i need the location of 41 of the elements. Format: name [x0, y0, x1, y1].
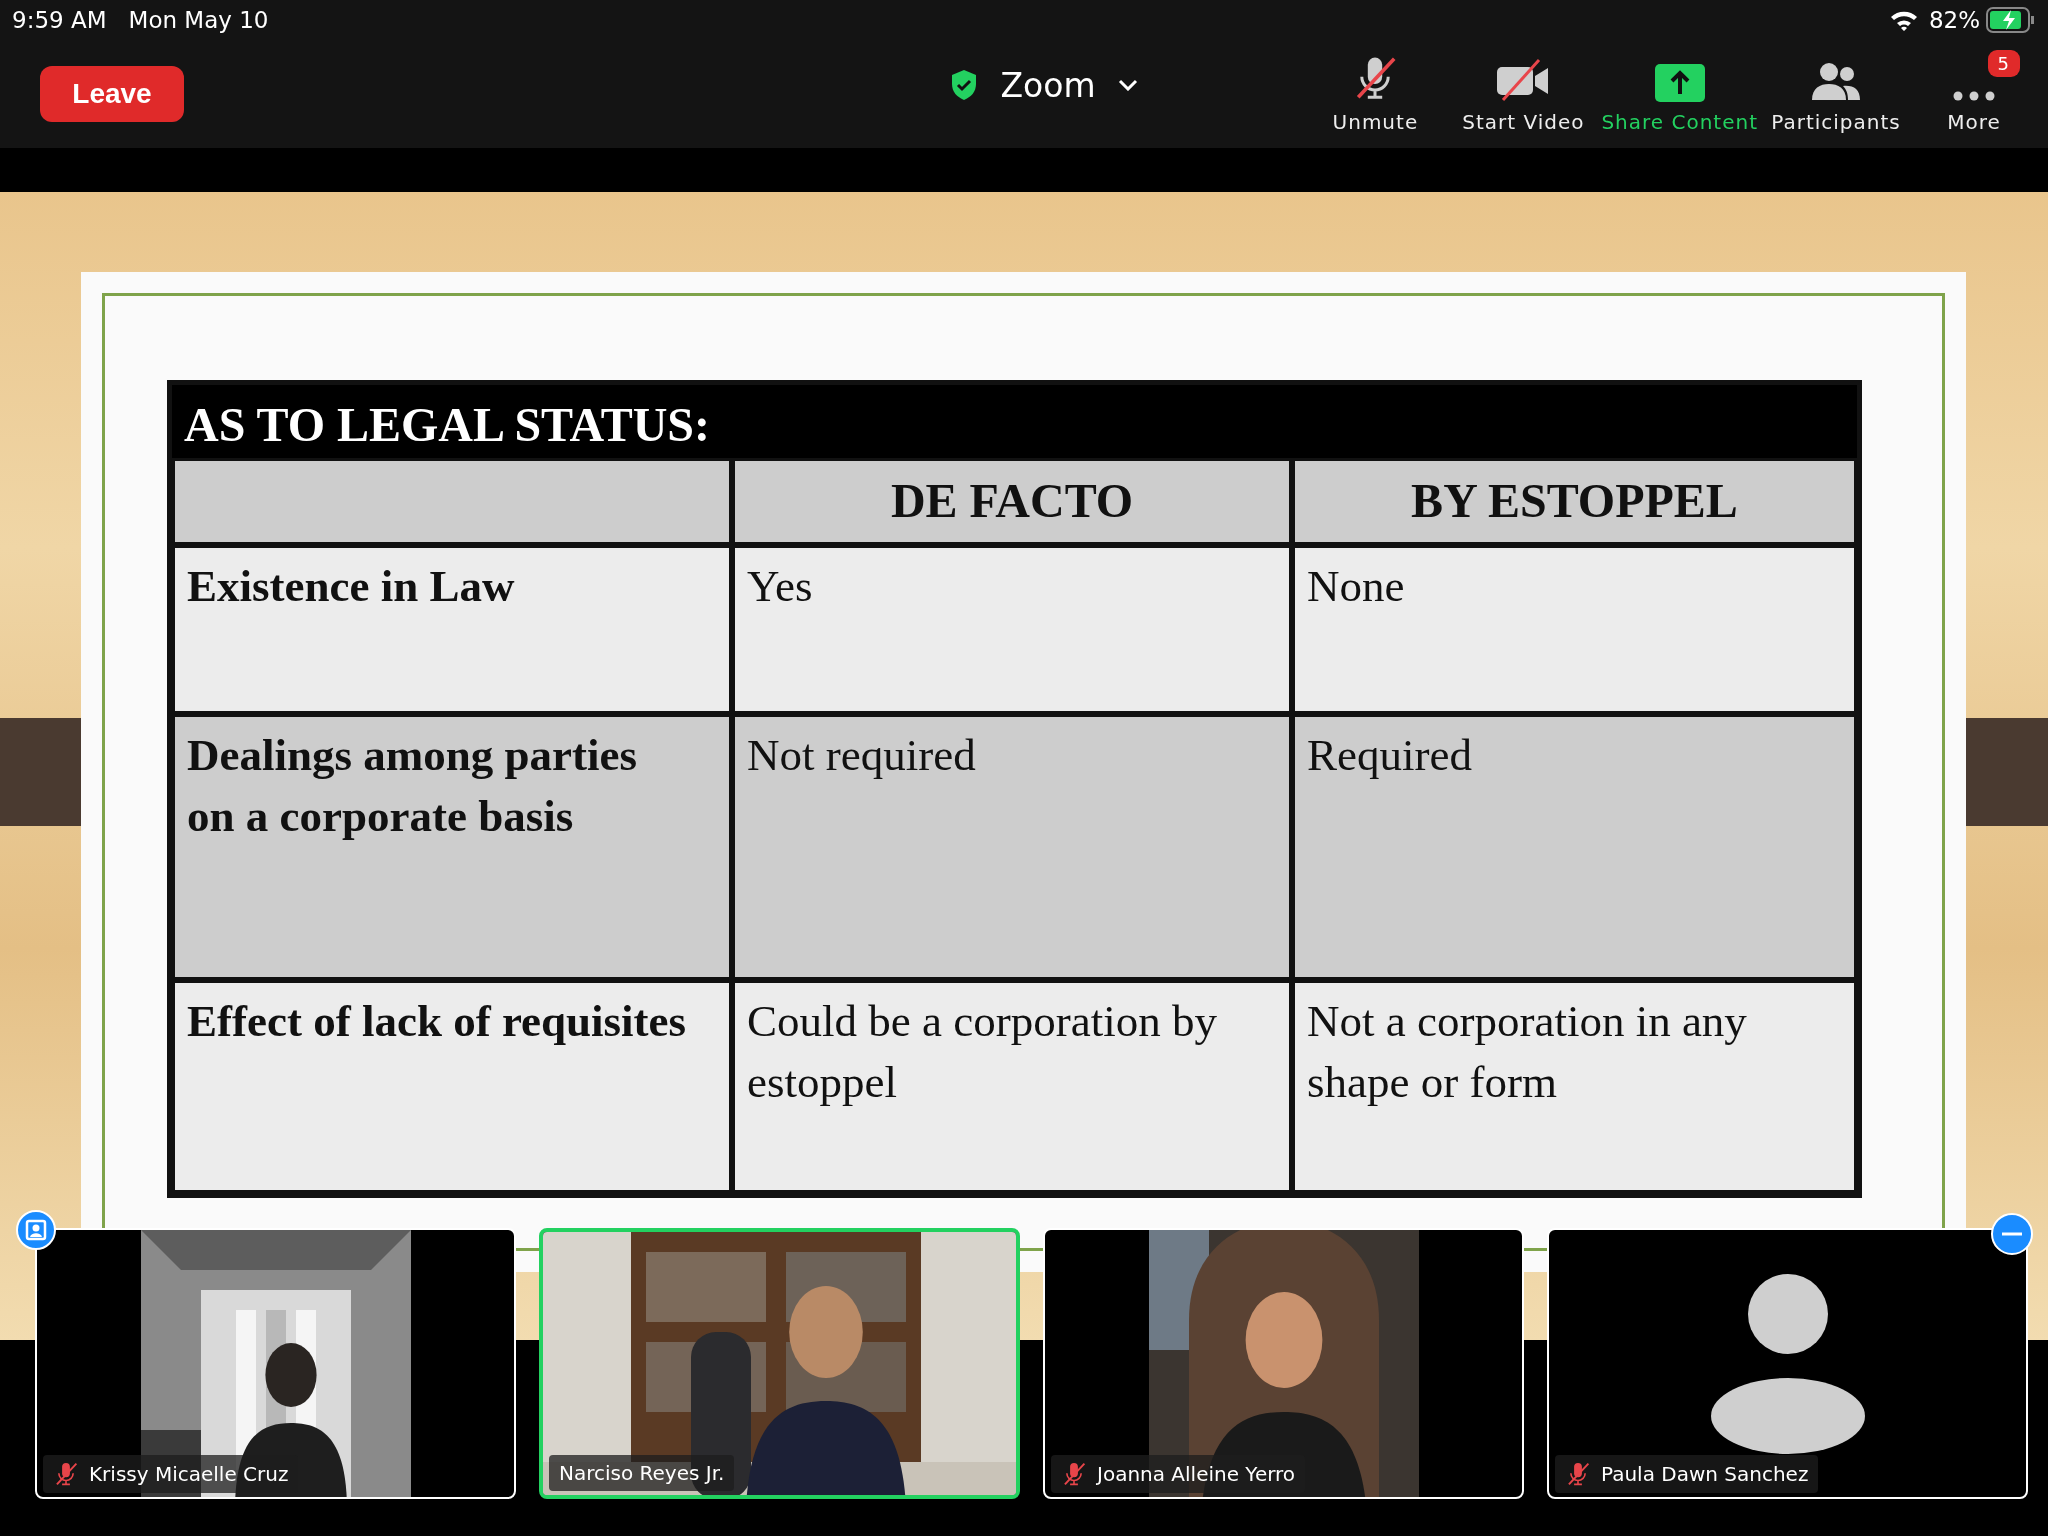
battery-percent: 82%	[1928, 7, 1980, 33]
status-date: Mon May 10	[128, 7, 269, 33]
participant-name: Paula Dawn Sanchez	[1601, 1462, 1809, 1486]
participants-button[interactable]: Participants	[1766, 54, 1906, 134]
column-header: BY ESTOPPEL	[1292, 458, 1857, 545]
notification-badge: 5	[1987, 50, 2020, 77]
muted-mic-icon	[1565, 1461, 1591, 1487]
video-tile[interactable]: Paula Dawn Sanchez	[1547, 1228, 2028, 1499]
table-cell: Not a corporation in any shape or form	[1292, 979, 1857, 1193]
row-label: Dealings among parties on a corporate basis	[172, 713, 732, 980]
mic-button[interactable]: Unmute	[1305, 54, 1446, 134]
share-screen-icon	[1654, 64, 1705, 102]
participant-name: Krissy Micaelle Cruz	[89, 1462, 289, 1486]
video-tile[interactable]: Joanna Alleine Yerro	[1043, 1228, 1524, 1499]
row-label: Existence in Law	[172, 544, 732, 714]
leave-button[interactable]: Leave	[40, 66, 184, 122]
more-icon	[1952, 90, 1996, 102]
row-label: Effect of lack of requisites	[172, 979, 732, 1193]
muted-mic-icon	[53, 1461, 79, 1487]
table-cell: Required	[1292, 713, 1857, 980]
table-cell: Not required	[732, 713, 1292, 980]
minimize-icon[interactable]	[1990, 1212, 2034, 1256]
video-tile[interactable]: Krissy Micaelle Cruz	[35, 1228, 516, 1499]
chevron-down-icon[interactable]	[1117, 79, 1138, 91]
table-cell: Yes	[732, 544, 1292, 714]
participants-icon	[1810, 62, 1862, 102]
shield-check-icon	[950, 69, 979, 101]
meeting-title[interactable]: Zoom	[1000, 65, 1096, 105]
column-header: DE FACTO	[732, 458, 1292, 545]
pin-video-icon[interactable]	[15, 1209, 57, 1251]
participant-name: Narciso Reyes Jr.	[559, 1461, 725, 1485]
battery-charging-icon	[1986, 7, 2036, 33]
participant-name: Joanna Alleine Yerro	[1097, 1462, 1296, 1486]
video-tile[interactable]: Narciso Reyes Jr.	[539, 1228, 1020, 1499]
slide-title: AS TO LEGAL STATUS:	[172, 385, 1857, 458]
table-cell: Could be a corporation by estoppel	[732, 979, 1292, 1193]
video-button[interactable]: Start Video	[1453, 54, 1594, 134]
status-time: 9:59 AM	[12, 7, 107, 33]
muted-mic-icon	[1061, 1461, 1087, 1487]
share-button[interactable]: Share Content	[1601, 54, 1758, 134]
table-cell: None	[1292, 544, 1857, 714]
